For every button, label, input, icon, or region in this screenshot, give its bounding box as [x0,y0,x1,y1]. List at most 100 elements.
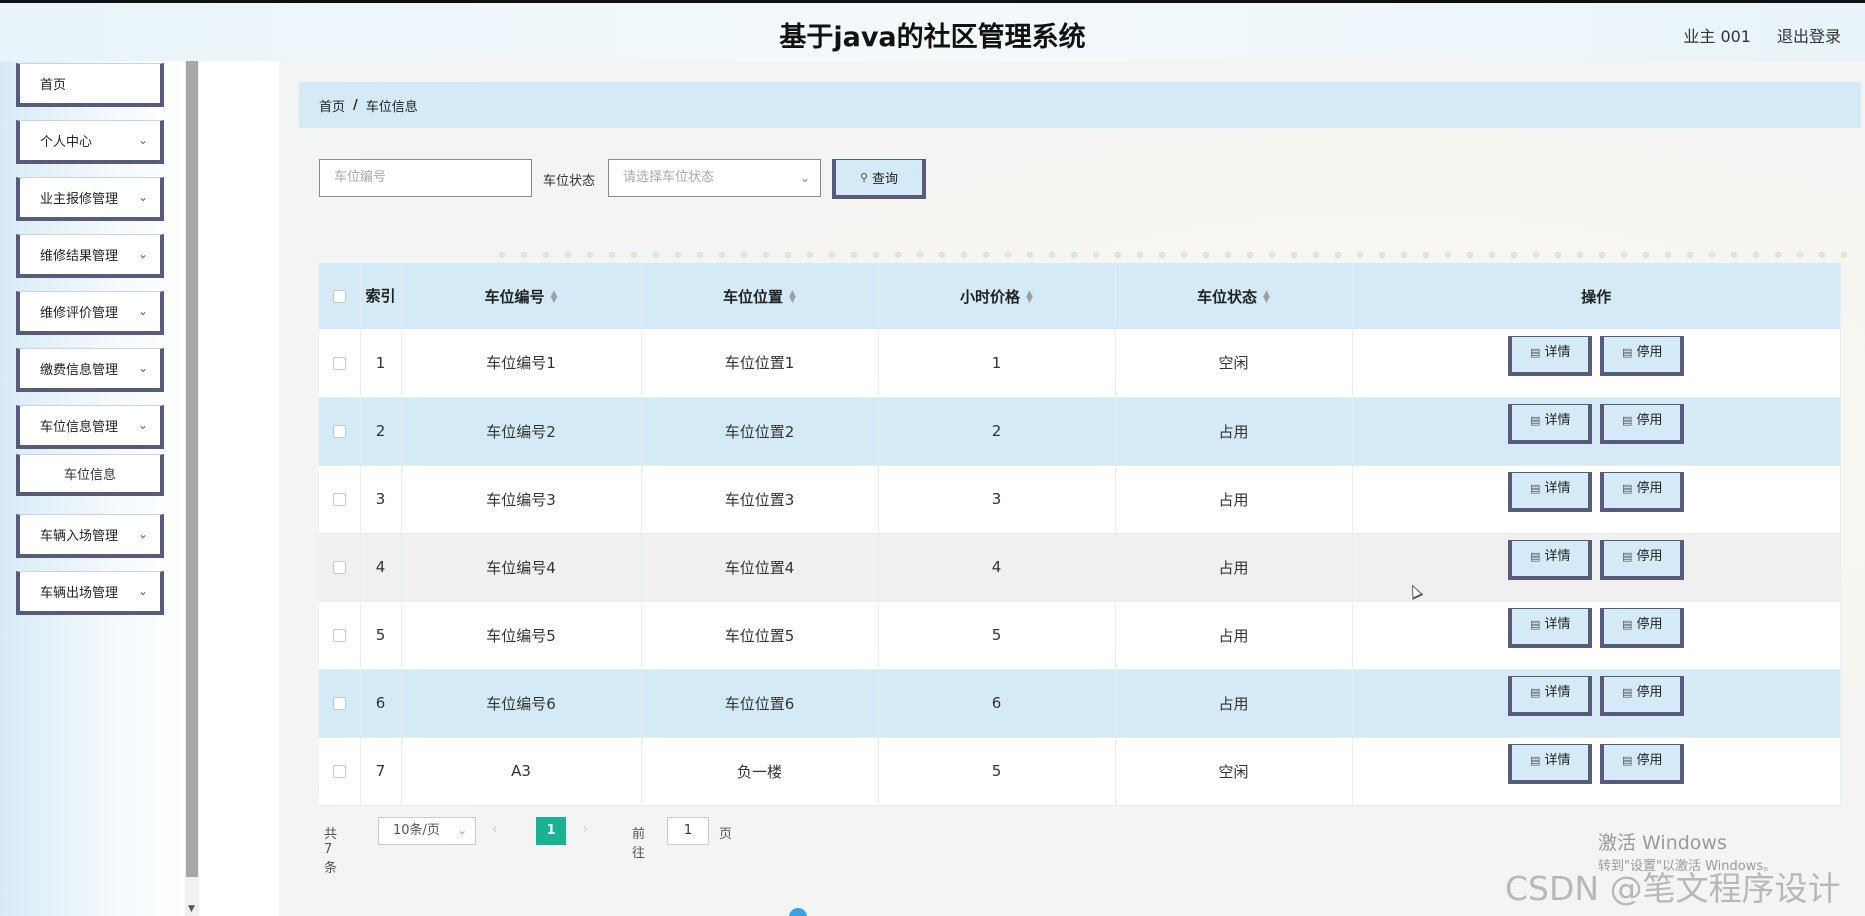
status-select[interactable]: 请选择车位状态 ⌄ [608,159,821,197]
sidebar-subitem-parking-info[interactable]: 车位信息 [16,454,164,496]
parking-number-placeholder: 车位编号 [334,170,387,185]
disable-button[interactable]: ▤ 停用 [1600,744,1685,784]
row-checkbox[interactable] [332,629,346,642]
parking-number-input[interactable]: 车位编号 [319,159,532,197]
sidebar-scrollbar[interactable]: ▼ [185,61,199,916]
sidebar-item-repair-requests[interactable]: 业主报修管理 ⌄ [16,177,164,221]
sidebar-item-vehicle-exit[interactable]: 车辆出场管理 ⌄ [16,571,164,615]
sort-icon[interactable]: ▲ ▼ [551,290,558,305]
table-row[interactable]: 2 车位编号2 车位位置2 2 占用 ▤ 详情 ▤ 停用 [319,397,1841,466]
disable-button[interactable]: ▤ 停用 [1600,335,1685,376]
document-icon: ▤ [1622,618,1633,631]
sidebar-item-label: 维修结果管理 [40,249,119,264]
sidebar-item-label: 缴费信息管理 [40,363,119,378]
sidebar-item-label: 维修评价管理 [40,306,119,321]
price-header[interactable]: 小时价格 ▲ ▼ [878,263,1116,329]
table-row[interactable]: 6 车位编号6 车位位置6 6 占用 ▤ 详情 ▤ 停用 [319,669,1841,738]
detail-button[interactable]: ▤ 详情 [1508,608,1593,648]
table-row[interactable]: 1 车位编号1 车位位置1 1 空闲 ▤ 详情 ▤ 停用 [319,329,1841,398]
row-checkbox-cell [319,533,361,602]
table-row[interactable]: 4 车位编号4 车位位置4 4 占用 ▤ 详情 ▤ 停用 [319,533,1841,602]
chevron-down-icon: ⌄ [137,361,148,375]
detail-button[interactable]: ▤ 详情 [1508,472,1593,512]
sidebar-item-repair-reviews[interactable]: 维修评价管理 ⌄ [16,291,164,335]
status-header[interactable]: 车位状态 ▲ ▼ [1115,263,1353,329]
goto-label: 前往 [632,827,646,861]
breadcrumb-current: 车位信息 [365,99,418,115]
actions-header: 操作 [1352,263,1841,329]
location-cell: 负一楼 [641,737,879,806]
windows-activation-title: 激活 Windows [1598,832,1727,854]
sidebar-item-repair-results[interactable]: 维修结果管理 ⌄ [16,234,164,278]
detail-button[interactable]: ▤ 详情 [1508,744,1593,784]
disable-button-label: 停用 [1636,753,1663,768]
row-checkbox-cell [319,669,361,738]
status-cell: 占用 [1115,397,1353,466]
sidebar-item-payments[interactable]: 缴费信息管理 ⌄ [16,348,164,392]
row-checkbox[interactable] [332,493,346,506]
prev-page-icon[interactable]: ‹ [492,822,497,837]
sidebar-item-vehicle-entry[interactable]: 车辆入场管理 ⌄ [16,514,164,558]
disable-button[interactable]: ▤ 停用 [1600,676,1685,716]
chevron-down-icon: ⌄ [137,190,148,204]
table-row[interactable]: 7 A3 负一楼 5 空闲 ▤ 详情 ▤ 停用 [319,737,1841,806]
page-size-select[interactable]: 10条/页 ⌄ [378,817,476,845]
location-header[interactable]: 车位位置 ▲ ▼ [641,263,879,329]
sidebar-item-personal-center[interactable]: 个人中心 ⌄ [16,120,164,164]
sort-icon[interactable]: ▲ ▼ [789,290,796,305]
select-all-checkbox[interactable] [332,290,346,303]
row-checkbox[interactable] [332,356,346,370]
query-button[interactable]: ⚲ 查询 [832,159,926,199]
parking-table: 索引 车位编号 ▲ ▼ 车位位置 ▲ ▼ 小时价格 ▲ ▼ 车位状态 ▲ ▼ 操作 1 车位编号1… [319,263,1841,806]
next-page-icon[interactable]: › [583,822,588,837]
status-cell: 占用 [1115,465,1353,534]
index-cell: 2 [360,397,402,466]
chevron-down-icon: ⌄ [137,247,148,261]
number-cell: 车位编号1 [401,329,642,398]
row-checkbox[interactable] [332,765,346,778]
sidebar-item-label: 业主报修管理 [40,192,119,207]
sidebar-item-parking-management[interactable]: 车位信息管理 ⌄ [16,405,164,449]
breadcrumb-home[interactable]: 首页 [319,96,345,115]
sort-icon[interactable]: ▲ ▼ [1026,290,1033,305]
location-cell: 车位位置2 [641,397,879,466]
scrollbar-thumb[interactable] [186,61,198,877]
disable-button[interactable]: ▤ 停用 [1600,404,1685,444]
sidebar-item-home[interactable]: 首页 [16,63,164,107]
row-checkbox[interactable] [332,425,346,438]
row-checkbox[interactable] [332,697,346,710]
disable-button-label: 停用 [1636,617,1663,632]
price-cell: 2 [878,397,1116,466]
disable-button-label: 停用 [1636,481,1663,496]
actions-cell: ▤ 详情 ▤ 停用 [1352,601,1841,670]
page-number-button[interactable]: 1 [536,817,566,845]
table-row[interactable]: 5 车位编号5 车位位置5 5 占用 ▤ 详情 ▤ 停用 [319,601,1841,670]
number-header[interactable]: 车位编号 ▲ ▼ [401,263,642,329]
detail-button[interactable]: ▤ 详情 [1508,335,1593,376]
breadcrumb: 首页 / 车位信息 [299,82,1861,128]
detail-button[interactable]: ▤ 详情 [1508,540,1593,580]
logout-link[interactable]: 退出登录 [1777,23,1841,47]
user-name[interactable]: 业主 001 [1683,23,1751,47]
detail-button-label: 详情 [1544,753,1571,768]
chevron-down-icon: ⌄ [457,824,467,837]
detail-button[interactable]: ▤ 详情 [1508,404,1593,444]
table-row[interactable]: 3 车位编号3 车位位置3 3 占用 ▤ 详情 ▤ 停用 [319,465,1841,534]
scroll-down-arrow-icon[interactable]: ▼ [188,904,195,914]
actions-cell: ▤ 详情 ▤ 停用 [1352,533,1841,602]
document-icon: ▤ [1622,345,1633,359]
disable-button[interactable]: ▤ 停用 [1600,472,1685,512]
number-cell: 车位编号5 [401,601,642,670]
chevron-down-icon: ⌄ [137,304,148,318]
disable-button[interactable]: ▤ 停用 [1600,540,1685,580]
goto-page-input[interactable]: 1 [667,817,709,845]
price-cell: 3 [878,465,1116,534]
row-checkbox-cell [319,737,361,806]
detail-button[interactable]: ▤ 详情 [1508,676,1593,716]
disable-button-label: 停用 [1636,344,1663,360]
disable-button[interactable]: ▤ 停用 [1600,608,1685,648]
location-cell: 车位位置1 [641,329,879,398]
sort-icon[interactable]: ▲ ▼ [1263,290,1270,305]
disable-button-label: 停用 [1636,413,1663,428]
row-checkbox[interactable] [332,561,346,574]
